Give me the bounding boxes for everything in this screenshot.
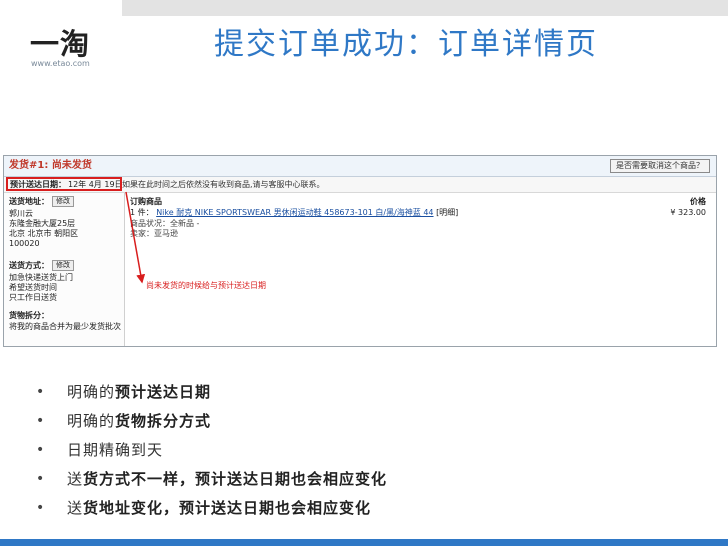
bullet-text: 明确的预计送达日期	[67, 378, 211, 406]
bullet-plain: 送	[67, 499, 84, 517]
address-title: 送货地址：	[9, 197, 49, 206]
top-gray-bar	[122, 0, 728, 16]
logo-url: www.etao.com	[31, 59, 90, 68]
price-column-label: 价格	[690, 197, 706, 206]
edit-shipping-button[interactable]: 修改	[52, 260, 74, 271]
order-detail-screenshot: 发货#1: 尚未发货 是否需要取消这个商品？ 预计送达日期： 12年 4月 19…	[3, 155, 717, 347]
delivery-date-highlight-box	[6, 177, 122, 191]
item-quantity: 1 件：	[130, 208, 154, 217]
ordered-items-column: 订购商品 价格 1 件： Nike 耐克 NIKE SPORTSWEAR 男休闲…	[130, 193, 710, 343]
item-line: 1 件： Nike 耐克 NIKE SPORTSWEAR 男休闲运动鞋 4586…	[130, 207, 458, 218]
bullet-text: 日期精确到天	[67, 436, 163, 464]
shipping-method-line: 只工作日送货	[9, 293, 57, 302]
bullet-dot: •	[36, 384, 46, 400]
bullet-plain: 送	[67, 470, 84, 488]
footer-accent-bar	[0, 539, 728, 546]
bullet-bold: 货物拆分方式	[115, 412, 212, 430]
bullet-text: 送货方式不一样，预计送达日期也会相应变化	[67, 465, 387, 493]
annotation-label: 尚未发货的时候给与预计送达日期	[146, 281, 266, 290]
etao-logo: 一淘 www.etao.com	[30, 28, 102, 74]
bullet-bold: 预计送达日期	[115, 383, 212, 401]
slide-title-prefix: 提交	[214, 27, 278, 62]
shipment-header: 发货#1: 尚未发货 是否需要取消这个商品？	[4, 156, 716, 177]
item-price: ¥ 323.00	[670, 208, 706, 217]
bullet-plain: 日期精确到天	[67, 441, 164, 459]
slide-title: 提交订单成功：订单详情页	[214, 26, 598, 64]
ordered-items-label: 订购商品	[130, 197, 162, 206]
address-line: 100020	[9, 239, 40, 248]
item-detail-tag[interactable]: [明细]	[436, 208, 458, 217]
cancel-item-button[interactable]: 是否需要取消这个商品？	[610, 159, 710, 173]
bullet-text: 送货地址变化，预计送达日期也会相应变化	[67, 494, 371, 522]
address-section: 送货地址： 修改	[9, 196, 74, 207]
bullet-text: 明确的货物拆分方式	[67, 407, 211, 435]
item-seller: 卖家：亚马逊	[130, 229, 178, 238]
shipment-details-column: 送货地址： 修改 郭川云 东隆金融大厦25层 北京 北京市 朝阳区 100020 …	[4, 193, 125, 346]
bullet-dot: •	[36, 500, 46, 516]
logo-wordmark: 一淘	[30, 27, 91, 61]
slide-title-rest: 订单成功：订单详情页	[278, 27, 598, 62]
shipping-method-title: 送货方式：	[9, 261, 49, 270]
bullet-dot: •	[36, 471, 46, 487]
split-line: 将我的商品合并为最少发货批次	[9, 322, 121, 331]
bullet-dot: •	[36, 413, 46, 429]
edit-address-button[interactable]: 修改	[52, 196, 74, 207]
bullet-bold: 货地址变化，预计送达日期也会相应变化	[83, 499, 372, 517]
bullet-dot: •	[36, 442, 46, 458]
item-link[interactable]: Nike 耐克 NIKE SPORTSWEAR 男休闲运动鞋 458673-10…	[156, 208, 433, 217]
bullet-plain: 明确的	[67, 412, 116, 430]
shipping-method-section: 送货方式： 修改	[9, 260, 74, 271]
bullet-bold: 货方式不一样，预计送达日期也会相应变化	[83, 470, 388, 488]
split-title: 货物拆分：	[9, 311, 49, 320]
shipment-title: 发货#1: 尚未发货	[9, 160, 92, 171]
delivery-note: 如果在此时间之后依然没有收到商品,请与客服中心联系。	[122, 180, 325, 189]
bullet-plain: 明确的	[67, 383, 116, 401]
